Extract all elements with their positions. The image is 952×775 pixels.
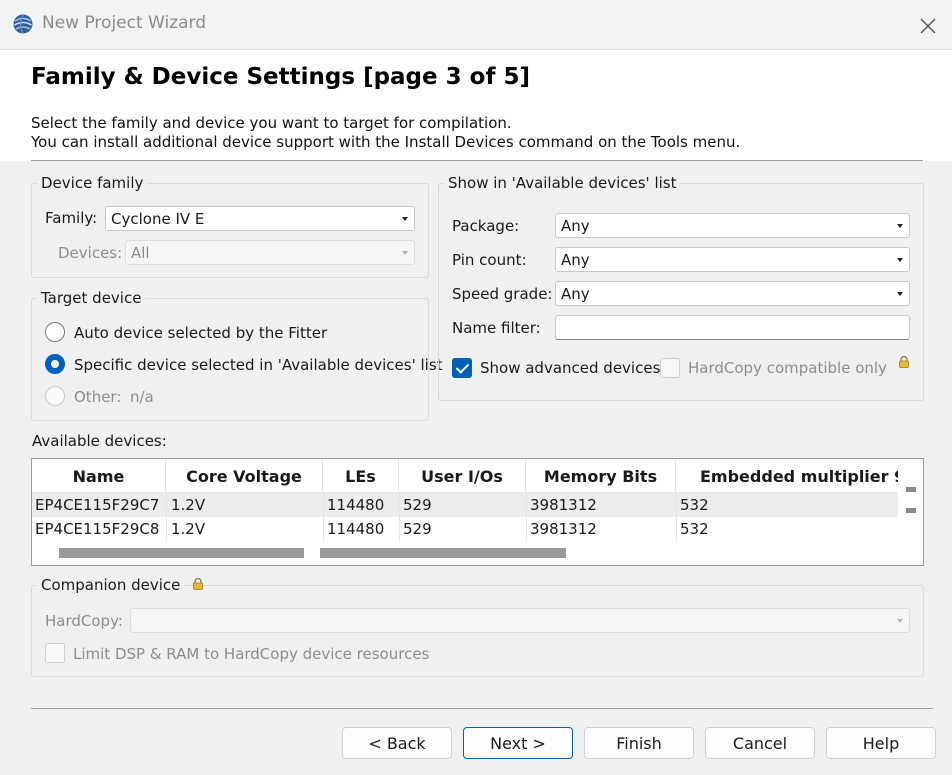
hardcopy-only-checkbox[interactable] <box>660 358 680 378</box>
speed-grade-dropdown[interactable]: Any <box>555 281 910 306</box>
companion-device-group-label: Companion device <box>37 576 185 594</box>
close-icon[interactable] <box>914 12 942 40</box>
horizontal-scrollbar-thumb[interactable] <box>59 548 304 558</box>
target-device-group-label: Target device <box>37 289 146 307</box>
vertical-scrollbar-thumb[interactable] <box>906 487 916 492</box>
cell-name: EP4CE115F29C8 <box>35 520 160 538</box>
description-line-2: You can install additional device suppor… <box>31 133 741 151</box>
package-dropdown[interactable]: Any <box>555 213 910 238</box>
header-separator <box>31 160 923 161</box>
title-bar: New Project Wizard <box>0 0 952 50</box>
chevron-down-icon <box>897 292 903 296</box>
back-button[interactable]: < Back <box>342 727 452 759</box>
show-advanced-label[interactable]: Show advanced devices <box>480 359 660 377</box>
pin-count-dropdown-value: Any <box>561 251 590 269</box>
chevron-down-icon <box>897 258 903 262</box>
next-button[interactable]: Next > <box>463 727 573 759</box>
help-button[interactable]: Help <box>826 727 936 759</box>
chevron-down-icon <box>897 224 903 228</box>
column-divider <box>323 493 324 541</box>
vertical-scrollbar-thumb[interactable] <box>906 508 916 513</box>
column-header-core-voltage[interactable]: Core Voltage <box>166 459 323 493</box>
limit-dsp-ram-label[interactable]: Limit DSP & RAM to HardCopy device resou… <box>73 645 429 663</box>
cell-name: EP4CE115F29C7 <box>35 496 160 514</box>
package-label: Package: <box>452 217 520 235</box>
available-devices-table[interactable]: Name Core Voltage LEs User I/Os Memory B… <box>31 458 924 566</box>
column-divider <box>676 493 677 541</box>
family-dropdown-value: Cyclone IV E <box>111 210 205 228</box>
cell-user-ios: 529 <box>403 496 432 514</box>
cell-embedded-multiplier: 532 <box>680 520 709 538</box>
column-header-memory-bits[interactable]: Memory Bits <box>526 459 676 493</box>
page-description: Select the family and device you want to… <box>31 114 740 152</box>
package-dropdown-value: Any <box>561 217 590 235</box>
pin-count-dropdown[interactable]: Any <box>555 247 910 272</box>
column-divider <box>526 493 527 541</box>
cell-memory-bits: 3981312 <box>530 520 597 538</box>
description-line-1: Select the family and device you want to… <box>31 114 512 132</box>
speed-grade-dropdown-value: Any <box>561 285 590 303</box>
name-filter-label: Name filter: <box>452 319 541 337</box>
device-family-group-label: Device family <box>37 174 148 192</box>
show-advanced-checkbox[interactable] <box>452 358 472 378</box>
radio-auto-device-label[interactable]: Auto device selected by the Fitter <box>74 324 327 342</box>
radio-auto-device[interactable] <box>45 322 65 342</box>
chevron-down-icon <box>897 619 903 623</box>
radio-specific-device[interactable] <box>45 354 65 374</box>
limit-dsp-ram-checkbox[interactable] <box>45 643 65 663</box>
column-divider <box>399 493 400 541</box>
available-devices-label: Available devices: <box>32 432 167 450</box>
cell-core-voltage: 1.2V <box>171 520 206 538</box>
wizard-header: Family & Device Settings [page 3 of 5] S… <box>0 50 952 161</box>
column-header-les[interactable]: LEs <box>323 459 399 493</box>
other-device-value: n/a <box>130 388 154 406</box>
hardcopy-label: HardCopy: <box>45 612 123 630</box>
column-header-embedded-multiplier[interactable]: Embedded multiplier 9-b <box>676 459 898 493</box>
cell-embedded-multiplier: 532 <box>680 496 709 514</box>
family-label: Family: <box>45 209 98 227</box>
cell-memory-bits: 3981312 <box>530 496 597 514</box>
column-header-name[interactable]: Name <box>32 459 166 493</box>
radio-other-device-label[interactable]: Other: <box>74 388 121 406</box>
cell-les: 114480 <box>327 520 385 538</box>
cancel-button[interactable]: Cancel <box>705 727 815 759</box>
app-globe-icon <box>13 14 33 34</box>
devices-dropdown[interactable]: All <box>125 240 415 265</box>
finish-button[interactable]: Finish <box>584 727 694 759</box>
devices-label: Devices: <box>58 244 123 262</box>
name-filter-input[interactable] <box>555 315 910 340</box>
footer-separator <box>31 708 933 709</box>
pin-count-label: Pin count: <box>452 251 527 269</box>
cell-user-ios: 529 <box>403 520 432 538</box>
column-header-user-ios[interactable]: User I/Os <box>399 459 526 493</box>
lock-icon <box>193 578 203 590</box>
cell-les: 114480 <box>327 496 385 514</box>
cell-core-voltage: 1.2V <box>171 496 206 514</box>
speed-grade-label: Speed grade: <box>452 285 553 303</box>
hardcopy-dropdown[interactable] <box>130 608 910 633</box>
available-filter-group-label: Show in 'Available devices' list <box>444 174 681 192</box>
page-title: Family & Device Settings [page 3 of 5] <box>31 64 530 90</box>
hardcopy-only-label[interactable]: HardCopy compatible only <box>688 359 887 377</box>
horizontal-scrollbar-thumb[interactable] <box>320 548 566 558</box>
radio-specific-device-label[interactable]: Specific device selected in 'Available d… <box>74 356 443 374</box>
family-dropdown[interactable]: Cyclone IV E <box>105 206 415 231</box>
table-row[interactable]: EP4CE115F29C7 1.2V 114480 529 3981312 53… <box>32 493 898 517</box>
chevron-down-icon <box>402 251 408 255</box>
window-title: New Project Wizard <box>42 13 207 33</box>
radio-other-device[interactable] <box>45 386 65 406</box>
lock-icon <box>899 356 909 368</box>
chevron-down-icon <box>402 217 408 221</box>
column-divider <box>166 493 167 541</box>
table-row[interactable]: EP4CE115F29C8 1.2V 114480 529 3981312 53… <box>32 517 898 541</box>
devices-dropdown-value: All <box>131 244 150 262</box>
